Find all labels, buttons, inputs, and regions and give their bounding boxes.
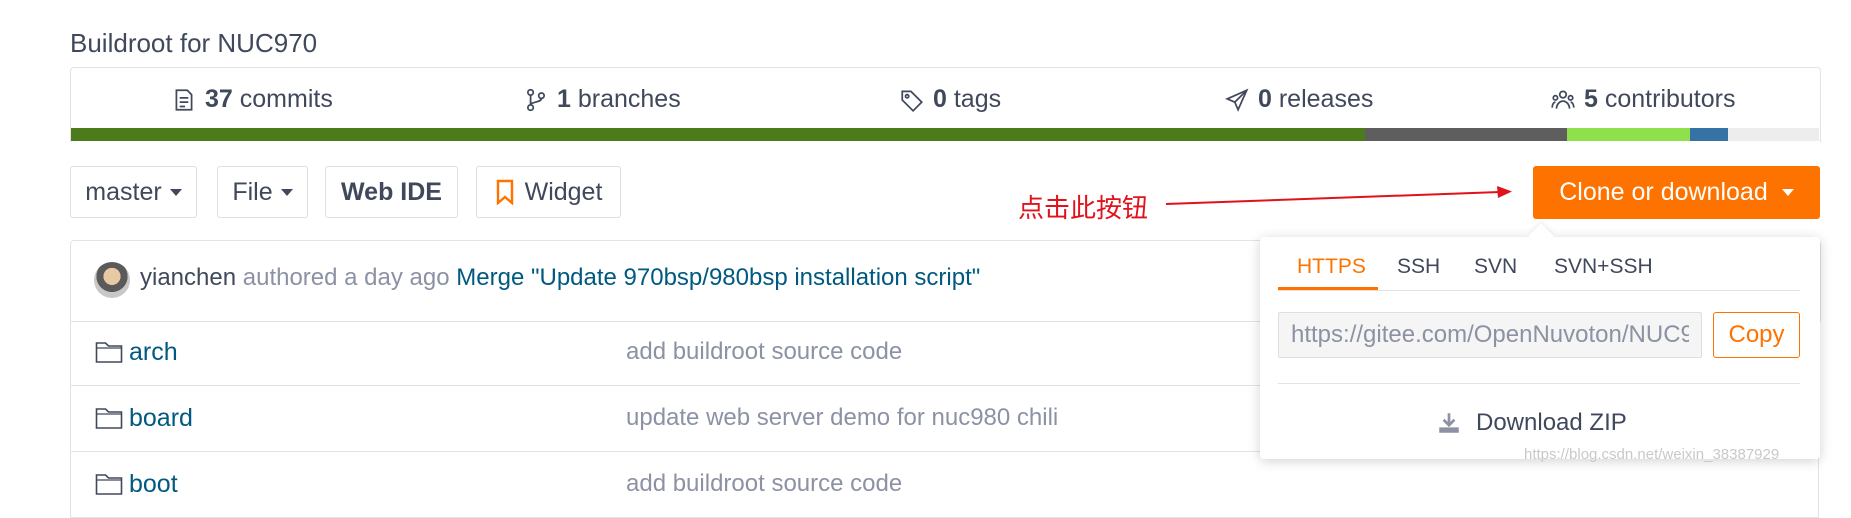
active-tab-indicator bbox=[1278, 287, 1378, 290]
tab-svn[interactable]: SVN bbox=[1474, 255, 1517, 279]
commit-author[interactable]: yianchen bbox=[140, 264, 236, 291]
download-zip-button[interactable]: Download ZIP bbox=[1436, 409, 1627, 437]
web-ide-button[interactable]: Web IDE bbox=[325, 166, 458, 218]
paper-plane-icon bbox=[1225, 88, 1249, 112]
watermark: https://blog.csdn.net/weixin_38387929 bbox=[1524, 446, 1780, 463]
copy-button[interactable]: Copy bbox=[1713, 312, 1800, 358]
contributors-icon bbox=[1551, 89, 1575, 109]
widget-button[interactable]: Widget bbox=[476, 166, 621, 218]
language-segment bbox=[1728, 128, 1819, 141]
tab-ssh[interactable]: SSH bbox=[1397, 255, 1440, 279]
file-name[interactable]: arch bbox=[129, 338, 178, 367]
download-icon bbox=[1439, 413, 1459, 433]
caret-down-icon bbox=[280, 188, 293, 196]
file-commit-message[interactable]: add buildroot source code bbox=[626, 470, 902, 498]
file-name[interactable]: board bbox=[129, 404, 193, 433]
tags-stat[interactable]: 0 tags bbox=[899, 85, 1001, 114]
tab-svn-ssh[interactable]: SVN+SSH bbox=[1554, 255, 1653, 279]
avatar[interactable] bbox=[94, 262, 130, 298]
contributors-label: contributors bbox=[1604, 85, 1736, 113]
contributors-stat[interactable]: 5 contributors bbox=[1550, 85, 1735, 114]
latest-commit: yianchen authored a day ago Merge "Updat… bbox=[140, 264, 980, 292]
language-segment bbox=[1689, 128, 1729, 141]
file-commit-message[interactable]: add buildroot source code bbox=[626, 338, 902, 366]
widget-label: Widget bbox=[524, 177, 603, 206]
repo-description: Buildroot for NUC970 bbox=[70, 28, 318, 58]
annotation-text: 点击此按钮 bbox=[1018, 193, 1149, 223]
folder-icon bbox=[95, 474, 123, 495]
releases-stat[interactable]: 0 releases bbox=[1224, 85, 1373, 114]
language-bar bbox=[71, 128, 1819, 141]
clone-url-input[interactable] bbox=[1278, 312, 1702, 358]
commit-file-icon bbox=[175, 88, 193, 111]
clone-or-download-button[interactable]: Clone or download bbox=[1533, 166, 1820, 219]
file-menu-button[interactable]: File bbox=[217, 166, 308, 218]
file-menu-label: File bbox=[232, 177, 273, 206]
file-name[interactable]: boot bbox=[129, 470, 178, 499]
branches-count: 1 bbox=[557, 85, 571, 113]
file-commit-message[interactable]: update web server demo for nuc980 chili bbox=[626, 404, 1058, 432]
folder-icon bbox=[95, 342, 123, 363]
commit-meta: authored a day ago bbox=[242, 264, 450, 291]
contributors-count: 5 bbox=[1584, 85, 1598, 113]
clone-dropdown-panel: HTTPS SSH SVN SVN+SSH Copy Download ZIP bbox=[1260, 237, 1820, 459]
commits-stat[interactable]: 37 commits bbox=[171, 85, 333, 114]
tab-https[interactable]: HTTPS bbox=[1297, 255, 1366, 279]
annotation-arrow-icon bbox=[1165, 186, 1512, 205]
commits-count: 37 bbox=[205, 85, 233, 113]
tags-label: tags bbox=[953, 85, 1002, 113]
branch-icon bbox=[527, 88, 545, 111]
tab-divider bbox=[1278, 290, 1800, 291]
web-ide-label: Web IDE bbox=[341, 177, 442, 206]
releases-label: releases bbox=[1278, 85, 1374, 113]
tag-icon bbox=[901, 89, 923, 112]
branches-stat[interactable]: 1 branches bbox=[523, 85, 681, 114]
folder-icon bbox=[95, 408, 123, 429]
branch-select[interactable]: master bbox=[70, 166, 197, 218]
download-zip-label: Download ZIP bbox=[1476, 409, 1627, 436]
language-segment bbox=[1567, 128, 1690, 141]
divider bbox=[1278, 383, 1800, 384]
clone-label: Clone or download bbox=[1559, 178, 1768, 206]
language-segment bbox=[71, 128, 1365, 141]
branches-label: branches bbox=[577, 85, 681, 113]
bookmark-icon bbox=[496, 179, 513, 205]
caret-down-icon bbox=[169, 188, 182, 196]
caret-down-icon bbox=[1781, 189, 1794, 196]
commits-label: commits bbox=[239, 85, 333, 113]
branch-select-label: master bbox=[85, 177, 162, 206]
tags-count: 0 bbox=[933, 85, 947, 113]
releases-count: 0 bbox=[1258, 85, 1272, 113]
language-segment bbox=[1364, 128, 1568, 141]
commit-message[interactable]: Merge "Update 970bsp/980bsp installation… bbox=[456, 264, 980, 291]
